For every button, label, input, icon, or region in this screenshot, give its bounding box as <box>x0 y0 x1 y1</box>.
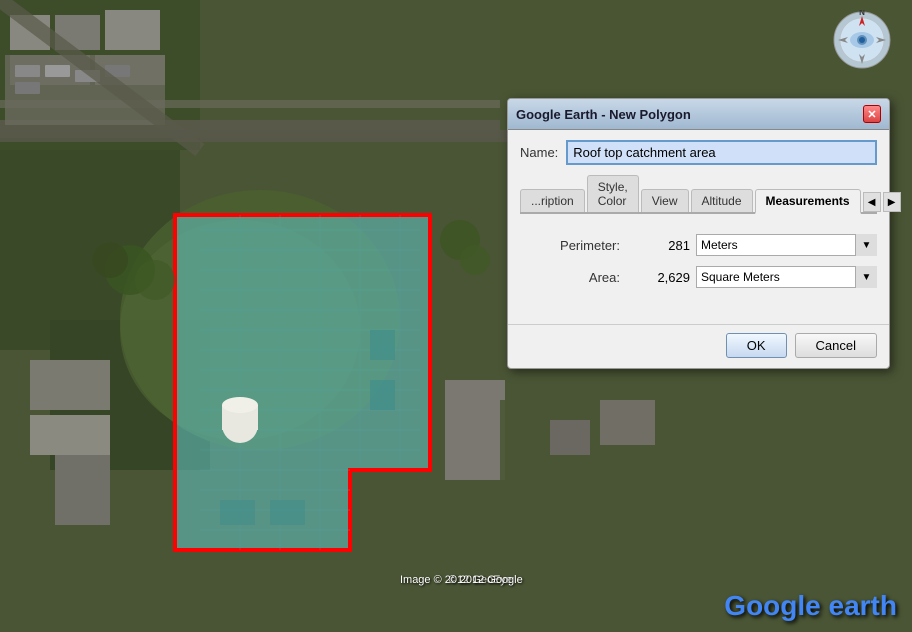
perimeter-value: 281 <box>630 238 690 253</box>
tab-description[interactable]: ...ription <box>520 189 585 212</box>
tab-altitude[interactable]: Altitude <box>691 189 753 212</box>
perimeter-unit-select[interactable]: Meters Kilometers Feet Miles Nautical Mi… <box>696 234 877 256</box>
ok-button[interactable]: OK <box>726 333 787 358</box>
compass[interactable]: N <box>832 10 892 70</box>
dialog-close-button[interactable]: ✕ <box>863 105 881 123</box>
tab-next-button[interactable]: ▶ <box>883 192 901 212</box>
area-label: Area: <box>520 270 620 285</box>
area-unit-wrapper: Square Meters Square Kilometers Square F… <box>696 266 877 288</box>
tab-view[interactable]: View <box>641 189 689 212</box>
tab-measurements[interactable]: Measurements <box>755 189 861 214</box>
dialog-footer: OK Cancel <box>508 324 889 368</box>
watermark-google: Google earth <box>724 590 897 622</box>
tab-style-color[interactable]: Style, Color <box>587 175 639 212</box>
area-row: Area: 2,629 Square Meters Square Kilomet… <box>520 266 877 288</box>
dialog-title: Google Earth - New Polygon <box>516 107 691 122</box>
area-unit-select[interactable]: Square Meters Square Kilometers Square F… <box>696 266 877 288</box>
perimeter-row: Perimeter: 281 Meters Kilometers Feet Mi… <box>520 234 877 256</box>
name-label: Name: <box>520 145 558 160</box>
watermark-copyright: © 2012 Google <box>449 574 523 586</box>
dialog-titlebar: Google Earth - New Polygon ✕ <box>508 99 889 130</box>
dialog-body: Name: ...ription Style, Color View Altit… <box>508 130 889 324</box>
area-value: 2,629 <box>630 270 690 285</box>
new-polygon-dialog: Google Earth - New Polygon ✕ Name: ...ri… <box>507 98 890 369</box>
name-row: Name: <box>520 140 877 165</box>
perimeter-label: Perimeter: <box>520 238 620 253</box>
watermark-google-text: Google earth <box>724 590 897 621</box>
perimeter-unit-wrapper: Meters Kilometers Feet Miles Nautical Mi… <box>696 234 877 256</box>
svg-text:N: N <box>859 10 865 17</box>
measurements-content: Perimeter: 281 Meters Kilometers Feet Mi… <box>520 226 877 314</box>
name-input[interactable] <box>566 140 877 165</box>
tabs-row: ...ription Style, Color View Altitude Me… <box>520 175 877 214</box>
tab-navigation: ◀ ▶ <box>863 192 901 212</box>
cancel-button[interactable]: Cancel <box>795 333 877 358</box>
tab-prev-button[interactable]: ◀ <box>863 192 881 212</box>
